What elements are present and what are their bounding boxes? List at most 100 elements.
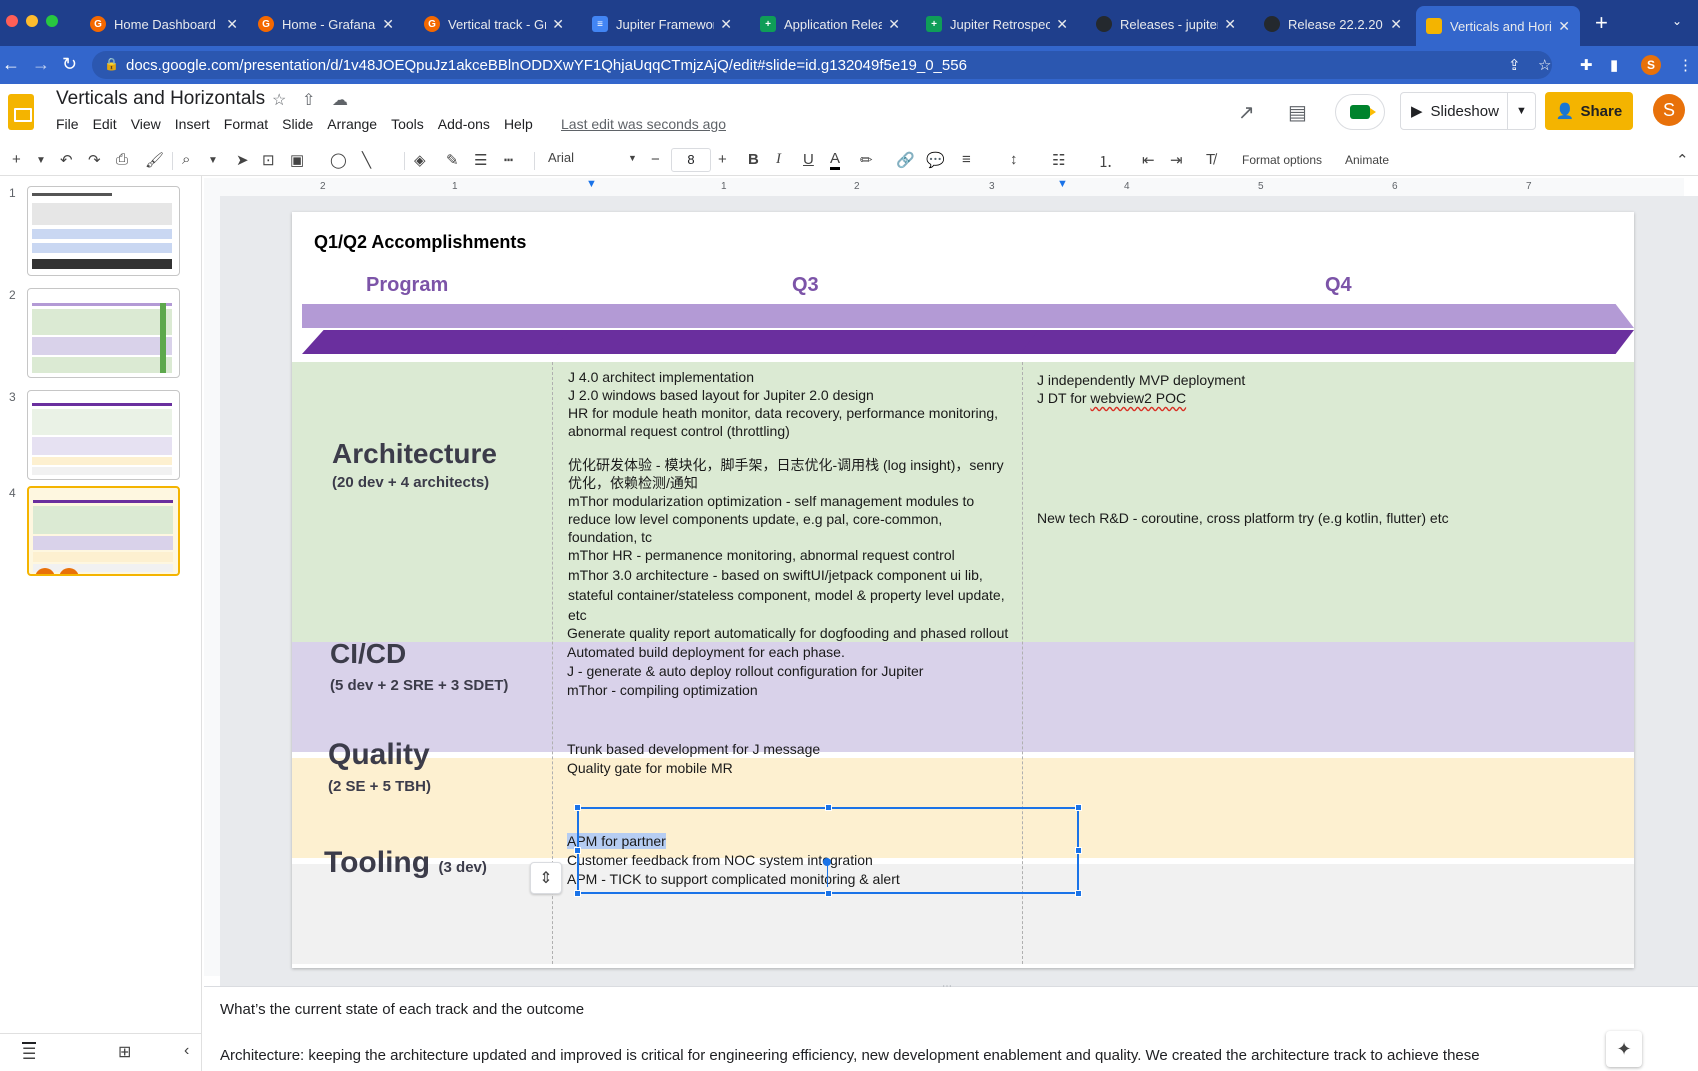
star-icon[interactable]: ☆ <box>272 90 286 110</box>
increase-indent-icon[interactable]: ⇥ <box>1170 151 1183 169</box>
chevron-arrow-program[interactable] <box>302 304 572 328</box>
url-field[interactable]: 🔒 docs.google.com/presentation/d/1v48JOE… <box>92 51 1552 79</box>
track-team-cicd[interactable]: (5 dev + 2 SRE + 3 SDET) <box>330 677 508 694</box>
browser-tab[interactable]: G Vertical track - Gr ✕ <box>414 6 574 42</box>
resize-handle[interactable] <box>574 890 581 897</box>
close-tab-icon[interactable]: ✕ <box>1558 18 1570 35</box>
column-header-q4[interactable]: Q4 <box>1325 274 1352 297</box>
right-indent-marker-icon[interactable]: ▼ <box>1057 178 1068 190</box>
animate-button[interactable]: Animate <box>1345 153 1389 167</box>
close-tab-icon[interactable]: ✕ <box>720 16 732 33</box>
q3-cicd-text[interactable]: Generate quality report automatically fo… <box>567 624 1008 700</box>
menu-help[interactable]: Help <box>504 116 533 132</box>
q4-architecture-text[interactable]: J independently MVP deployment J DT for … <box>1037 371 1245 407</box>
q3-quality-text[interactable]: Trunk based development for J message Qu… <box>567 740 820 778</box>
slide-thumbnail-selected[interactable] <box>27 486 180 576</box>
increase-font-size-icon[interactable]: + <box>718 151 727 168</box>
cloud-saved-icon[interactable]: ☁ <box>332 90 348 110</box>
browser-tab[interactable]: Release 22.2.20 - ✕ <box>1254 6 1412 42</box>
close-tab-icon[interactable]: ✕ <box>1224 16 1236 33</box>
tab-search-chevron-icon[interactable]: ⌄ <box>1672 14 1682 28</box>
tooling-track-label[interactable]: Tooling (3 dev) <box>324 846 487 880</box>
new-tab-button[interactable]: + <box>1595 10 1608 36</box>
chevron-arrow-q3[interactable] <box>550 304 1040 328</box>
q4-architecture-rd-text[interactable]: New tech R&D - coroutine, cross platform… <box>1037 509 1449 527</box>
paint-format-icon[interactable]: 🖌 <box>145 151 164 169</box>
close-tab-icon[interactable]: ✕ <box>1390 16 1402 33</box>
indent-marker-icon[interactable]: ▼ <box>586 178 597 190</box>
clear-formatting-icon[interactable]: T̸ <box>1206 151 1215 168</box>
menu-add-ons[interactable]: Add-ons <box>438 116 490 132</box>
chevron-arrow-q4[interactable] <box>1020 304 1634 328</box>
sidepanel-icon[interactable]: ▮ <box>1610 56 1618 74</box>
column-header-program[interactable]: Program <box>366 274 448 297</box>
browser-tab[interactable]: Releases - jupiter- ✕ <box>1086 6 1246 42</box>
line-spacing-icon[interactable]: ↕ <box>1010 151 1018 168</box>
font-size-field[interactable]: 8 <box>671 148 711 172</box>
slideshow-dropdown-icon[interactable]: ▼ <box>1507 93 1535 129</box>
track-name-architecture[interactable]: Architecture <box>332 438 497 470</box>
column-header-q3[interactable]: Q3 <box>792 274 819 297</box>
chevron-arrow-q4[interactable] <box>1020 330 1634 354</box>
select-cursor-icon[interactable]: ➤ <box>236 151 249 169</box>
bookmark-star-icon[interactable]: ☆ <box>1538 56 1551 74</box>
add-comment-icon[interactable]: 💬 <box>926 151 945 169</box>
browser-tab-active[interactable]: Verticals and Hori ✕ <box>1416 6 1580 46</box>
close-tab-icon[interactable]: ✕ <box>226 16 238 33</box>
zoom-icon[interactable]: ⌕ <box>182 151 190 168</box>
textbox-icon[interactable]: ⊡ <box>262 151 275 169</box>
decrease-indent-icon[interactable]: ⇤ <box>1142 151 1155 169</box>
grid-view-icon[interactable]: ⊞ <box>118 1042 131 1062</box>
chevron-arrow-program[interactable] <box>302 330 572 354</box>
explore-icon[interactable]: ✦ <box>1606 1031 1642 1067</box>
line-icon[interactable]: ╲ <box>362 151 371 169</box>
forward-arrow-icon[interactable]: → <box>32 54 50 75</box>
q3-architecture-text[interactable]: J 4.0 architect implementation J 2.0 win… <box>568 368 1005 624</box>
new-slide-dropdown-icon[interactable]: ▼ <box>36 155 46 166</box>
resize-handle[interactable] <box>1075 847 1082 854</box>
text-color-icon[interactable]: A <box>830 151 841 170</box>
comments-icon[interactable]: ▤ <box>1288 100 1307 125</box>
document-title[interactable]: Verticals and Horizontals <box>56 88 265 110</box>
slide[interactable]: Q1/Q2 Accomplishments Program Q3 Q4 Arch… <box>292 212 1634 968</box>
meet-button[interactable] <box>1335 94 1385 130</box>
autofit-icon[interactable]: ⇕ <box>530 862 562 894</box>
browser-tab[interactable]: ≡ Jupiter Framework ✕ <box>582 6 742 42</box>
back-arrow-icon[interactable]: ← <box>2 54 20 75</box>
menu-format[interactable]: Format <box>224 116 268 132</box>
print-icon[interactable]: ⎙ <box>116 151 128 168</box>
browser-menu-icon[interactable]: ⋮ <box>1678 56 1693 74</box>
slide-thumbnail[interactable] <box>27 186 180 276</box>
textbox-selection-frame[interactable] <box>574 804 1082 897</box>
slides-logo-icon[interactable] <box>8 94 34 130</box>
share-button[interactable]: 👤 Share <box>1545 92 1633 130</box>
notes-resize-handle-icon[interactable]: ⋯ <box>942 981 952 992</box>
decrease-font-size-icon[interactable]: − <box>651 151 660 168</box>
menu-arrange[interactable]: Arrange <box>327 116 377 132</box>
border-color-icon[interactable]: ✎ <box>446 151 459 169</box>
close-tab-icon[interactable]: ✕ <box>552 16 564 33</box>
menu-view[interactable]: View <box>131 116 161 132</box>
browser-profile-avatar[interactable]: S <box>1641 55 1661 75</box>
filmstrip-view-icon[interactable]: ☰ <box>22 1042 37 1064</box>
speaker-notes[interactable]: ⋯ What’s the current state of each track… <box>204 981 1698 1071</box>
reload-icon[interactable]: ↻ <box>62 54 77 75</box>
window-maximize-button[interactable] <box>46 15 58 27</box>
menu-tools[interactable]: Tools <box>391 116 424 132</box>
slide-thumbnail[interactable] <box>27 390 180 480</box>
window-close-button[interactable] <box>6 15 18 27</box>
collapse-chevron-icon[interactable]: ⌃ <box>1676 151 1689 169</box>
fill-color-icon[interactable]: ◈ <box>414 151 426 169</box>
resize-handle[interactable] <box>574 804 581 811</box>
zoom-dropdown-icon[interactable]: ▼ <box>208 155 218 166</box>
browser-tab[interactable]: G Home Dashboard ✕ <box>80 6 248 42</box>
align-icon[interactable]: ≡ <box>962 151 971 168</box>
undo-icon[interactable]: ↶ <box>60 151 73 169</box>
bold-icon[interactable]: B <box>748 151 759 168</box>
resize-handle[interactable] <box>825 890 832 897</box>
close-tab-icon[interactable]: ✕ <box>1056 16 1068 33</box>
slide-thumbnail[interactable] <box>27 288 180 378</box>
track-team-architecture[interactable]: (20 dev + 4 architects) <box>332 474 489 491</box>
numbered-list-icon[interactable]: ⒈ <box>1098 151 1113 172</box>
resize-handle[interactable] <box>825 804 832 811</box>
